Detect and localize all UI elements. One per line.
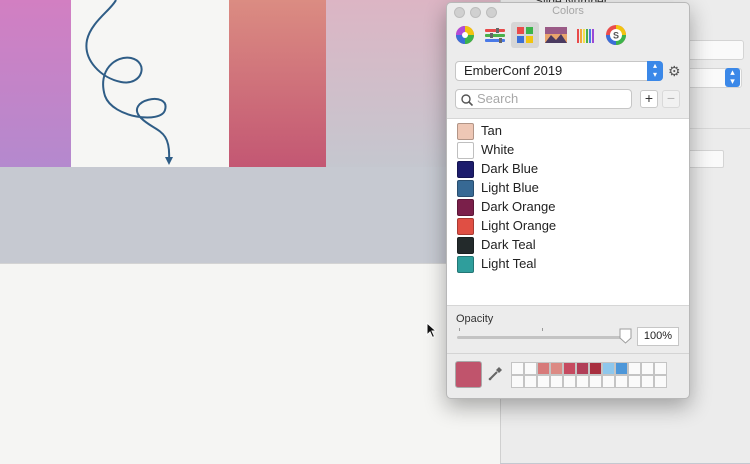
search-field[interactable]: Search bbox=[455, 89, 632, 109]
swatch-cell[interactable] bbox=[524, 362, 537, 375]
current-color-well[interactable] bbox=[455, 361, 482, 388]
image-palettes-icon[interactable] bbox=[542, 22, 570, 48]
chevron-up-down-icon: ▴ ▾ bbox=[647, 61, 663, 81]
color-name: Tan bbox=[481, 123, 502, 138]
swatch-cell[interactable] bbox=[511, 375, 524, 388]
color-name: Dark Blue bbox=[481, 161, 539, 176]
squiggle-arrow-shape[interactable] bbox=[71, 0, 229, 167]
color-list-item[interactable]: Dark Blue bbox=[447, 160, 689, 179]
swatch-cell[interactable] bbox=[576, 375, 589, 388]
svg-text:S: S bbox=[613, 31, 619, 41]
slide-white-panel bbox=[71, 0, 229, 167]
mouse-pointer-icon bbox=[426, 321, 438, 344]
opacity-slider-knob[interactable] bbox=[619, 328, 632, 349]
opacity-value-field[interactable]: 100% bbox=[637, 327, 679, 346]
palette-select[interactable]: EmberConf 2019 ▴ ▾ bbox=[455, 61, 663, 81]
inspector-value-field[interactable] bbox=[686, 150, 724, 168]
color-swatch bbox=[457, 123, 474, 140]
color-swatch bbox=[457, 237, 474, 254]
sip-app-icon[interactable]: S bbox=[602, 22, 630, 48]
color-list: Tan White Dark Blue Light Blue Dark Oran… bbox=[447, 118, 689, 306]
inspector-divider bbox=[688, 128, 750, 129]
inspector-popup-arrows[interactable]: ▴ ▾ bbox=[725, 68, 740, 87]
gear-icon[interactable]: ⚙ bbox=[668, 63, 681, 80]
palette-name: EmberConf 2019 bbox=[464, 63, 563, 78]
color-list-item[interactable]: Light Blue bbox=[447, 179, 689, 198]
color-list-item[interactable]: Tan bbox=[447, 122, 689, 141]
swatch-cell[interactable] bbox=[537, 375, 550, 388]
color-swatch bbox=[457, 199, 474, 216]
swatch-cell[interactable] bbox=[550, 362, 563, 375]
color-swatch bbox=[457, 218, 474, 235]
color-name: Dark Teal bbox=[481, 237, 536, 252]
swatch-cell[interactable] bbox=[654, 375, 667, 388]
slide-gradient-purple bbox=[0, 0, 71, 167]
search-icon bbox=[461, 93, 474, 111]
color-list-item[interactable]: Light Orange bbox=[447, 217, 689, 236]
swatch-cell[interactable] bbox=[511, 362, 524, 375]
add-color-button[interactable]: + bbox=[640, 90, 658, 108]
search-placeholder: Search bbox=[477, 91, 519, 106]
remove-color-button[interactable]: − bbox=[662, 90, 680, 108]
colors-panel: Colors S EmberConf 2019 ▴▾ ⚙ Search + − bbox=[446, 2, 690, 399]
panel-title: Colors bbox=[552, 5, 584, 17]
swatch-cell[interactable] bbox=[615, 375, 628, 388]
color-list-item[interactable]: Dark Orange bbox=[447, 198, 689, 217]
color-swatch bbox=[457, 256, 474, 273]
color-wheel-icon[interactable] bbox=[451, 22, 479, 48]
swatch-cell[interactable] bbox=[589, 375, 602, 388]
canvas-gray-area bbox=[0, 167, 500, 263]
color-swatch bbox=[457, 161, 474, 178]
canvas-white-area[interactable] bbox=[0, 263, 500, 464]
color-sliders-icon[interactable] bbox=[481, 22, 509, 48]
color-swatch bbox=[457, 180, 474, 197]
swatch-cell[interactable] bbox=[641, 375, 654, 388]
swatch-cell[interactable] bbox=[654, 362, 667, 375]
swatch-cell[interactable] bbox=[602, 362, 615, 375]
inspector-field[interactable] bbox=[686, 40, 744, 60]
color-name: Light Blue bbox=[481, 180, 539, 195]
swatch-cell[interactable] bbox=[563, 362, 576, 375]
color-list-item[interactable]: White bbox=[447, 141, 689, 160]
color-name: Dark Orange bbox=[481, 199, 556, 214]
swatch-cell[interactable] bbox=[550, 375, 563, 388]
swatch-cell[interactable] bbox=[576, 362, 589, 375]
color-list-item[interactable]: Dark Teal bbox=[447, 236, 689, 255]
swatch-cell[interactable] bbox=[563, 375, 576, 388]
color-list-item[interactable]: Light Teal bbox=[447, 255, 689, 274]
eyedropper-icon[interactable] bbox=[487, 366, 503, 387]
swatch-cell[interactable] bbox=[628, 362, 641, 375]
swatch-cell[interactable] bbox=[641, 362, 654, 375]
slide-gradient-red bbox=[229, 0, 326, 167]
swatch-cell[interactable] bbox=[524, 375, 537, 388]
opacity-label: Opacity bbox=[456, 313, 494, 325]
panel-titlebar[interactable]: Colors bbox=[447, 3, 689, 20]
color-name: Light Orange bbox=[481, 218, 557, 233]
color-palettes-icon[interactable] bbox=[511, 22, 539, 48]
swatch-cell[interactable] bbox=[537, 362, 550, 375]
slider-tick bbox=[459, 328, 460, 331]
opacity-slider[interactable] bbox=[457, 336, 629, 339]
swatch-cell[interactable] bbox=[589, 362, 602, 375]
slider-tick bbox=[542, 328, 543, 331]
footer-divider bbox=[447, 353, 689, 354]
color-swatch bbox=[457, 142, 474, 159]
color-name: Light Teal bbox=[481, 256, 537, 271]
swatch-cell[interactable] bbox=[628, 375, 641, 388]
swatch-cell[interactable] bbox=[615, 362, 628, 375]
pencils-icon[interactable] bbox=[572, 22, 600, 48]
swatch-cell[interactable] bbox=[602, 375, 615, 388]
mode-toolbar: S bbox=[447, 20, 689, 51]
color-name: White bbox=[481, 142, 515, 157]
